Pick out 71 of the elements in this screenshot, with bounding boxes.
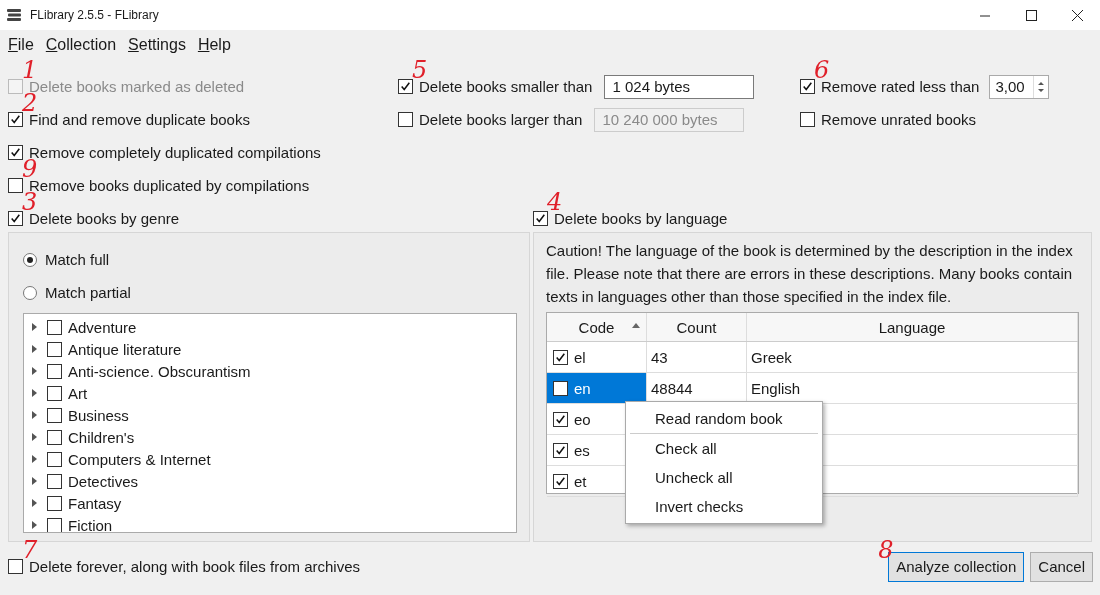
checkbox[interactable]	[47, 429, 62, 445]
checkbox[interactable]	[553, 411, 568, 427]
checkbox[interactable]	[398, 79, 413, 94]
radio-label[interactable]: Match partial	[45, 284, 131, 301]
checkbox[interactable]	[8, 559, 23, 574]
checkbox[interactable]	[8, 211, 23, 226]
expand-icon[interactable]	[32, 521, 37, 529]
table-cell: Greek	[747, 342, 1078, 372]
radio-label[interactable]: Match full	[45, 251, 110, 268]
checkbox[interactable]	[47, 385, 62, 401]
genre-item[interactable]: Adventure	[68, 318, 137, 336]
close-icon	[1071, 9, 1083, 21]
expand-icon[interactable]	[32, 499, 37, 507]
expand-icon[interactable]	[32, 433, 37, 441]
column-header[interactable]: Count	[647, 313, 747, 341]
checkbox[interactable]	[47, 451, 62, 467]
genre-item[interactable]: Antique literature	[68, 340, 182, 358]
checkbox[interactable]	[800, 112, 815, 127]
expand-icon[interactable]	[32, 455, 37, 463]
genre-item[interactable]: Children's	[68, 428, 135, 446]
menu-item[interactable]: File	[2, 36, 40, 54]
checkbox[interactable]	[553, 349, 568, 365]
radio-button[interactable]	[23, 285, 37, 300]
checkbox[interactable]	[553, 473, 568, 489]
menu-item[interactable]: Settings	[122, 36, 192, 54]
genre-item[interactable]: Business	[68, 406, 129, 424]
menu-item[interactable]: Collection	[39, 36, 123, 54]
genre-item[interactable]: Computers & Internet	[68, 450, 211, 468]
books-icon	[6, 7, 22, 23]
checkbox[interactable]	[553, 380, 568, 396]
column-header[interactable]: Language	[747, 313, 1078, 341]
code-cell[interactable]: en	[547, 373, 647, 403]
genre-item[interactable]: Art	[68, 384, 88, 402]
caution-text: Caution! The language of the book is determined by the description in the index file. Please note that there are errors in these descriptions. Many books contain texts in languages other than those specified in the index file.	[546, 241, 1074, 307]
menu-item[interactable]: Help	[191, 36, 237, 54]
checkbox[interactable]	[47, 407, 62, 423]
window-title: FLibrary 2.5.5 - FLibrary	[30, 8, 160, 22]
checkbox[interactable]	[8, 145, 23, 160]
sort-icon	[632, 323, 640, 328]
size-field[interactable]: 1 024 bytes	[604, 74, 755, 99]
expand-icon[interactable]	[32, 411, 37, 419]
rating-spinbox[interactable]: 3,00	[989, 74, 1050, 99]
genre-item[interactable]: Fiction	[68, 516, 113, 532]
checkbox[interactable]	[8, 112, 23, 127]
checkbox[interactable]	[8, 178, 23, 193]
checkbox[interactable]	[47, 517, 62, 532]
code-cell[interactable]: el	[547, 342, 647, 372]
checkbox[interactable]	[47, 341, 62, 357]
dialog-button[interactable]: Cancel	[1030, 551, 1093, 582]
checkbox[interactable]	[47, 473, 62, 489]
radio-button[interactable]	[23, 252, 37, 267]
checkbox[interactable]	[533, 211, 548, 226]
annotation-number: 1	[22, 58, 38, 82]
checkbox[interactable]	[47, 363, 62, 379]
expand-icon[interactable]	[32, 323, 37, 331]
checkbox[interactable]	[553, 442, 568, 458]
option-label[interactable]: Delete books by genre	[29, 210, 180, 227]
genre-item[interactable]: Fantasy	[68, 494, 122, 512]
checkbox[interactable]	[800, 79, 815, 94]
expand-icon[interactable]	[32, 367, 37, 375]
checkbox[interactable]	[47, 319, 62, 335]
expand-icon[interactable]	[32, 389, 37, 397]
table-cell: 43	[647, 342, 747, 372]
column-header[interactable]: Code	[547, 313, 647, 341]
checkbox[interactable]	[47, 495, 62, 511]
expand-icon[interactable]	[32, 345, 37, 353]
option-label[interactable]: Remove unrated books	[821, 111, 977, 128]
expand-icon[interactable]	[32, 477, 37, 485]
maximize-icon	[1025, 9, 1037, 21]
genre-item[interactable]: Detectives	[68, 472, 139, 490]
genre-item[interactable]: Anti-science. Obscurantism	[68, 362, 251, 380]
